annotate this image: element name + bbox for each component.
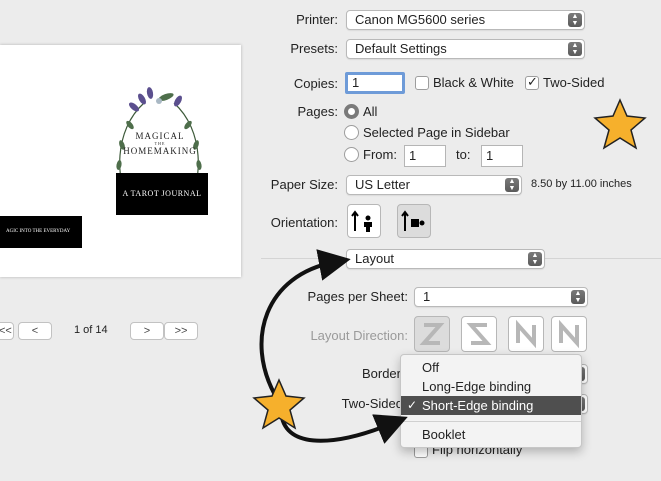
star-icon (593, 98, 647, 150)
annotation-arrow-to-layout (259, 249, 351, 396)
annotation-arrow-to-two-sided (280, 414, 408, 444)
star-icon (252, 378, 306, 430)
annotation-overlay (252, 98, 647, 444)
